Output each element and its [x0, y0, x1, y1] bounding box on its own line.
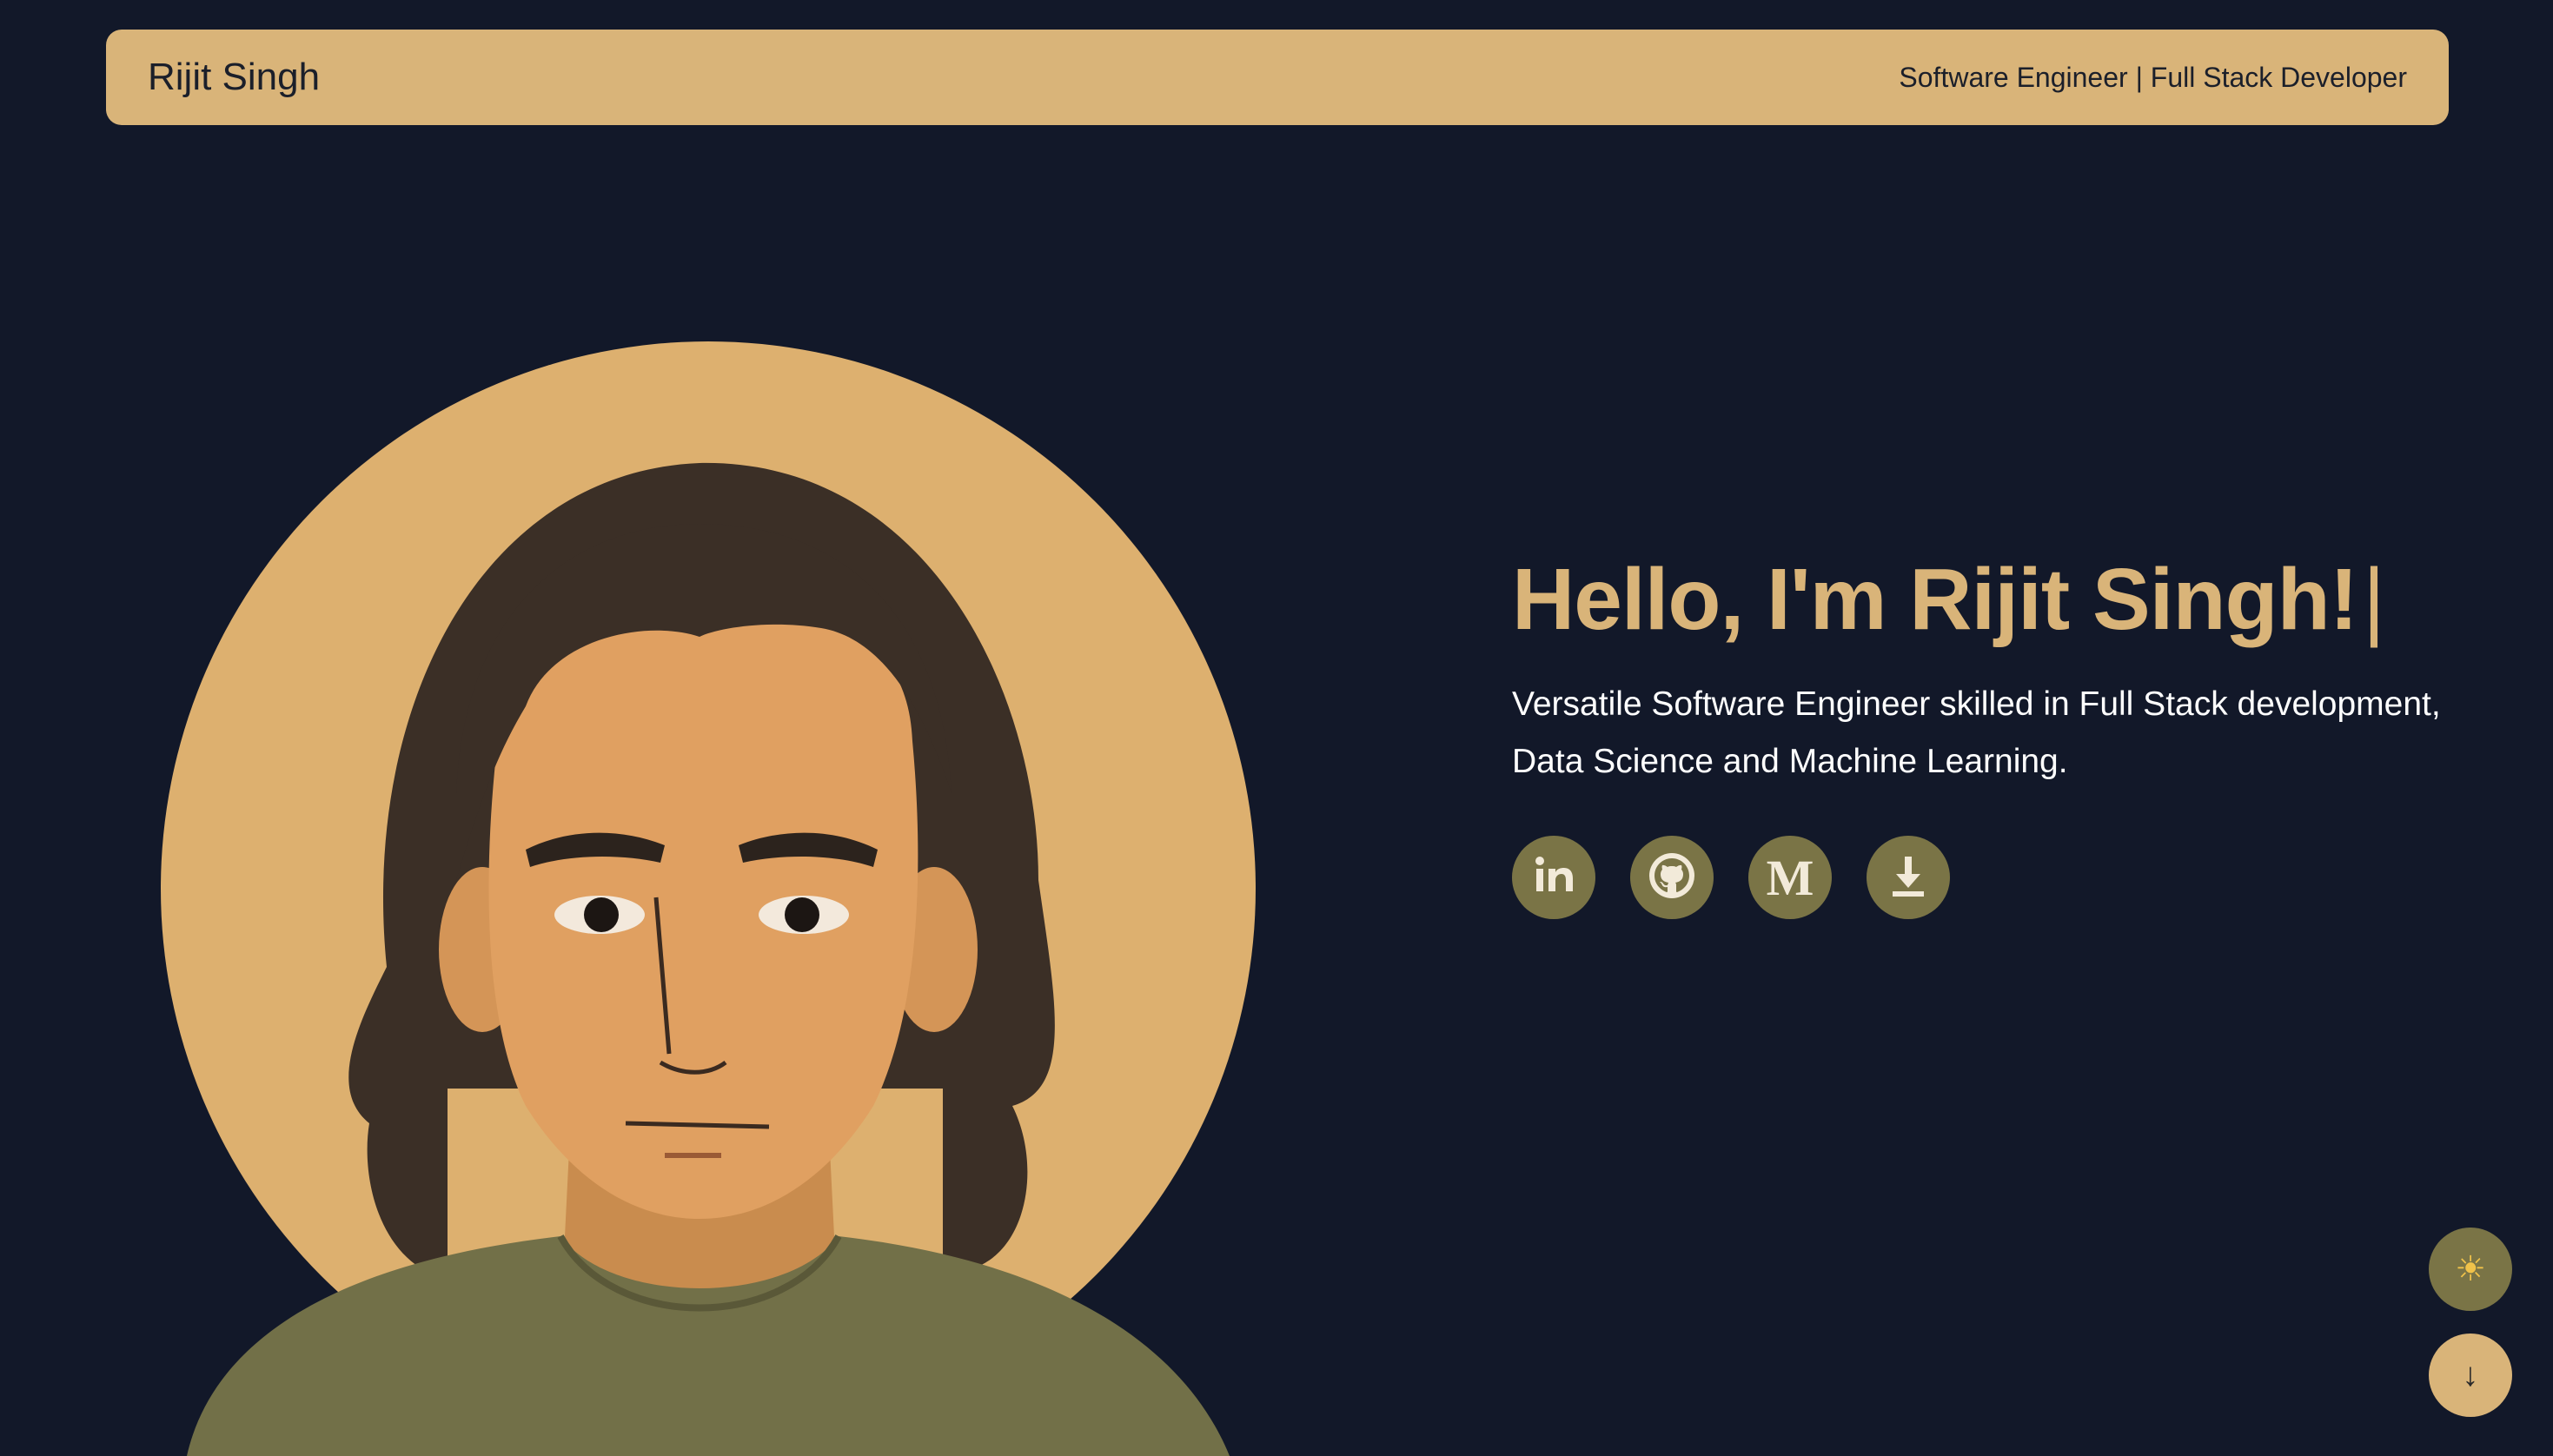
- hero-greeting: Hello, I'm Rijit Singh!: [1512, 551, 2358, 648]
- medium-link[interactable]: M: [1748, 836, 1832, 919]
- medium-icon: M: [1766, 849, 1814, 906]
- github-link[interactable]: [1630, 836, 1714, 919]
- linkedin-icon: [1528, 850, 1580, 906]
- site-tagline: Software Engineer | Full Stack Developer: [1899, 61, 2407, 93]
- site-brand[interactable]: Rijit Singh: [148, 56, 320, 99]
- linkedin-link[interactable]: [1512, 836, 1595, 919]
- hero-headline: Hello, I'm Rijit Singh!|: [1512, 539, 2485, 660]
- resume-download-link[interactable]: [1867, 836, 1950, 919]
- arrow-down-icon: ↓: [2462, 1356, 2479, 1393]
- scroll-down-button[interactable]: ↓: [2429, 1334, 2512, 1417]
- hero-section: Hello, I'm Rijit Singh!| Versatile Softw…: [1512, 539, 2485, 919]
- download-icon: [1882, 850, 1934, 906]
- sun-icon: ☀: [2455, 1250, 2486, 1288]
- site-header: Rijit Singh Software Engineer | Full Sta…: [106, 30, 2449, 125]
- theme-toggle-button[interactable]: ☀: [2429, 1228, 2512, 1311]
- social-links: M: [1512, 836, 2485, 919]
- github-icon: [1646, 850, 1698, 906]
- hero-description: Versatile Software Engineer skilled in F…: [1512, 685, 2441, 780]
- typing-caret: |: [2363, 551, 2385, 648]
- profile-illustration: [161, 341, 1256, 1456]
